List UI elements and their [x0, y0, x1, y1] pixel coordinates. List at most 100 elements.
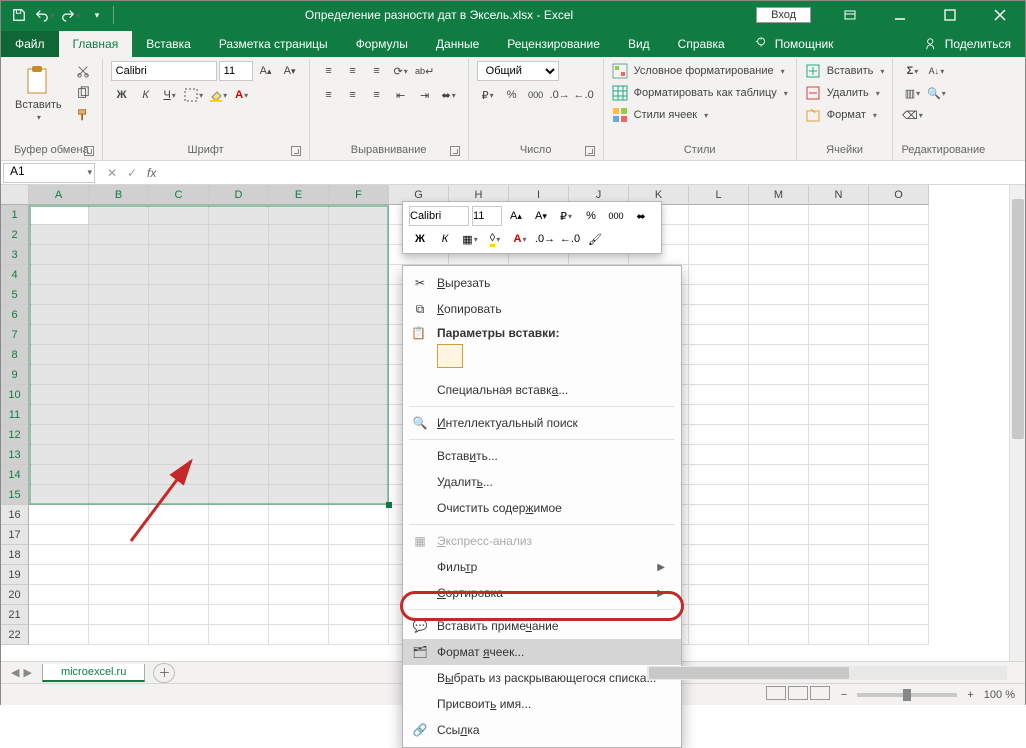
cell[interactable]	[29, 585, 89, 605]
horizontal-scrollbar[interactable]	[647, 666, 1007, 680]
cell[interactable]	[869, 345, 929, 365]
accounting-format-icon[interactable]: ₽▾	[477, 85, 499, 105]
cell[interactable]	[869, 465, 929, 485]
ribbon-display-icon[interactable]	[827, 1, 873, 29]
cell[interactable]	[89, 325, 149, 345]
cell[interactable]	[209, 285, 269, 305]
cell[interactable]	[149, 365, 209, 385]
mini-percent-icon[interactable]: %	[580, 206, 602, 226]
row-header[interactable]: 7	[1, 325, 29, 345]
cell[interactable]	[809, 545, 869, 565]
cell[interactable]	[869, 245, 929, 265]
decrease-decimal-icon[interactable]: ←.0	[573, 85, 595, 105]
cell[interactable]	[269, 485, 329, 505]
ctx-define-name[interactable]: Присвоить имя...	[403, 691, 681, 717]
save-icon[interactable]	[7, 4, 31, 26]
number-format-combo[interactable]: Общий	[477, 61, 559, 81]
cell[interactable]	[89, 305, 149, 325]
cell[interactable]	[149, 285, 209, 305]
wrap-text-icon[interactable]: ab↵	[414, 61, 436, 81]
cell[interactable]	[869, 485, 929, 505]
sheet-nav[interactable]: ◀▶	[1, 666, 42, 679]
zoom-slider[interactable]	[857, 693, 957, 697]
ctx-format-cells[interactable]: 🗂Формат ячеек...	[403, 639, 681, 665]
sort-filter-icon[interactable]: A↓▾	[925, 61, 947, 81]
cell[interactable]	[29, 265, 89, 285]
tab-page-layout[interactable]: Разметка страницы	[205, 31, 342, 57]
cell[interactable]	[809, 385, 869, 405]
row-header[interactable]: 5	[1, 285, 29, 305]
dialog-launcher-icon[interactable]	[84, 146, 94, 156]
cell[interactable]	[809, 525, 869, 545]
row-header[interactable]: 13	[1, 445, 29, 465]
cell[interactable]	[149, 445, 209, 465]
cut-icon[interactable]	[72, 61, 94, 81]
add-sheet-button[interactable]: ＋	[153, 663, 175, 683]
cell[interactable]	[89, 425, 149, 445]
cell[interactable]	[689, 345, 749, 365]
cell[interactable]	[89, 225, 149, 245]
cell[interactable]	[329, 525, 389, 545]
autosum-icon[interactable]: Σ▾	[901, 61, 923, 81]
cell[interactable]	[149, 585, 209, 605]
cell[interactable]	[269, 545, 329, 565]
cell[interactable]	[749, 285, 809, 305]
increase-decimal-icon[interactable]: .0→	[549, 85, 571, 105]
cell[interactable]	[329, 365, 389, 385]
cell[interactable]	[329, 265, 389, 285]
mini-bold-icon[interactable]: Ж	[409, 229, 431, 249]
cell[interactable]	[329, 345, 389, 365]
cell[interactable]	[269, 285, 329, 305]
ctx-filter[interactable]: Фильтр▶	[403, 554, 681, 580]
cell[interactable]	[869, 205, 929, 225]
cell-styles-button[interactable]: Стили ячеек▾	[612, 105, 709, 125]
cell[interactable]	[869, 325, 929, 345]
mini-font-color-icon[interactable]: A▾	[509, 229, 531, 249]
row-header[interactable]: 15	[1, 485, 29, 505]
cell[interactable]	[209, 305, 269, 325]
column-header[interactable]: B	[89, 185, 149, 205]
signin-button[interactable]: Вход	[756, 7, 811, 23]
align-top-icon[interactable]: ≡	[318, 61, 340, 81]
cell[interactable]	[149, 605, 209, 625]
cell[interactable]	[749, 485, 809, 505]
cell[interactable]	[329, 505, 389, 525]
cell[interactable]	[89, 405, 149, 425]
mini-merge-icon[interactable]: ⬌	[630, 206, 652, 226]
copy-icon[interactable]	[72, 83, 94, 103]
cell[interactable]	[329, 245, 389, 265]
fx-icon[interactable]: fx	[147, 166, 156, 180]
cell[interactable]	[29, 485, 89, 505]
cell[interactable]	[269, 225, 329, 245]
tab-data[interactable]: Данные	[422, 31, 493, 57]
row-header[interactable]: 21	[1, 605, 29, 625]
cell[interactable]	[749, 205, 809, 225]
cell[interactable]	[809, 485, 869, 505]
cell[interactable]	[869, 405, 929, 425]
cell[interactable]	[809, 245, 869, 265]
row-header[interactable]: 10	[1, 385, 29, 405]
name-box[interactable]: A1▾	[3, 163, 95, 183]
cell[interactable]	[809, 345, 869, 365]
font-name-combo[interactable]	[111, 61, 217, 81]
cell[interactable]	[749, 325, 809, 345]
cell[interactable]	[149, 265, 209, 285]
cell[interactable]	[149, 505, 209, 525]
mini-fill-color-icon[interactable]: ◊▾	[484, 229, 506, 249]
zoom-level[interactable]: 100 %	[984, 689, 1015, 701]
cell[interactable]	[869, 365, 929, 385]
row-header[interactable]: 4	[1, 265, 29, 285]
cell[interactable]	[149, 485, 209, 505]
sheet-tab-active[interactable]: microexcel.ru	[42, 664, 145, 682]
cell[interactable]	[269, 385, 329, 405]
cell[interactable]	[809, 265, 869, 285]
comma-style-icon[interactable]: 000	[525, 85, 547, 105]
cell[interactable]	[89, 545, 149, 565]
cell[interactable]	[809, 465, 869, 485]
cell[interactable]	[89, 385, 149, 405]
cell[interactable]	[209, 565, 269, 585]
cell[interactable]	[329, 605, 389, 625]
orientation-icon[interactable]: ⟳▾	[390, 61, 412, 81]
cell[interactable]	[329, 585, 389, 605]
ctx-delete[interactable]: Удалить...	[403, 469, 681, 495]
